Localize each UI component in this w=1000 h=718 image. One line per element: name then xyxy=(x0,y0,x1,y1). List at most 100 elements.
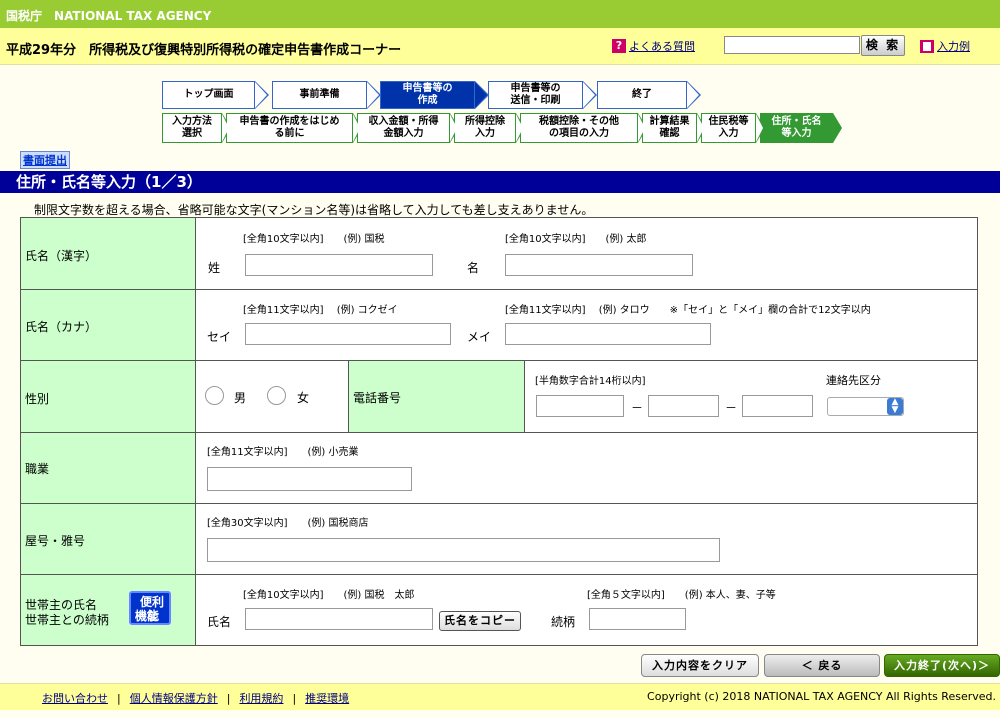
householder-name-input[interactable] xyxy=(245,608,433,630)
name-kana-label-cell: 氏名（カナ） xyxy=(21,290,196,360)
address-name-form: 氏名（漢字） [全角10文字以内] (例) 国税 姓 [全角10文字以内] (例… xyxy=(20,217,978,646)
footer-separator: | xyxy=(226,692,231,705)
gender-label: 性別 xyxy=(25,392,50,406)
phone-exchange-input[interactable] xyxy=(648,395,719,417)
back-button[interactable]: ＜ 戻る xyxy=(764,654,880,677)
substep-input-method[interactable]: 入力方法 選択 xyxy=(162,113,231,143)
contact-type-select[interactable]: ▲ ▼ xyxy=(827,397,904,416)
householder-name-field-label: 氏名 xyxy=(207,615,232,629)
substep-calc-result[interactable]: 計算結果 確認 xyxy=(642,113,706,143)
search-input[interactable] xyxy=(724,36,860,54)
occupation-label: 職業 xyxy=(25,462,50,476)
step-create-return[interactable]: 申告書等の 作成 xyxy=(380,81,489,109)
name-kana-label: 氏名（カナ） xyxy=(25,320,98,334)
agency-jp-name: 国税庁 xyxy=(6,9,43,23)
trade-name-label-cell: 屋号・雅号 xyxy=(21,504,196,574)
female-label: 女 xyxy=(297,391,310,405)
relation-field-label: 続柄 xyxy=(551,615,576,629)
householder-name-hint: [全角10文字以内] (例) 国税 太郎 xyxy=(243,590,415,601)
gender-label-cell: 性別 xyxy=(21,361,196,432)
substep-resident-tax[interactable]: 住民税等 入力 xyxy=(701,113,765,143)
clear-input-button[interactable]: 入力内容をクリア xyxy=(641,654,759,677)
substep-address-name[interactable]: 住所・氏名 等入力 xyxy=(760,113,842,143)
contact-link[interactable]: お問い合わせ xyxy=(42,692,108,705)
name-kanji-label-cell: 氏名（漢字） xyxy=(21,218,196,289)
occupation-label-cell: 職業 xyxy=(21,433,196,503)
question-icon: ? xyxy=(612,39,626,53)
convenient-feature-button[interactable]: 便利な 機能 xyxy=(129,591,171,625)
terms-link[interactable]: 利用規約 xyxy=(239,692,283,705)
sei-kanji-label: 姓 xyxy=(208,261,221,275)
finish-next-button[interactable]: 入力終了(次へ)＞ xyxy=(884,654,1000,677)
top-bar: 国税庁 NATIONAL TAX AGENCY xyxy=(0,0,1000,28)
relation-hint: [全角５文字以内] (例) 本人、妻、子等 xyxy=(587,590,776,601)
page-heading: 平成29年分 所得税及び復興特別所得税の確定申告書作成コーナー xyxy=(6,43,402,58)
phone-dash-1: － xyxy=(631,401,644,415)
householder-row: 世帯主の氏名 世帯主との続柄 便利な 機能 [全角10文字以内] (例) 国税 太… xyxy=(21,575,977,645)
female-radio[interactable] xyxy=(267,386,286,405)
step-top[interactable]: トップ画面 xyxy=(162,81,269,109)
section-title: 住所・氏名等入力（1／3） xyxy=(0,171,1000,193)
trade-name-hint: [全角30文字以内] (例) 国税商店 xyxy=(207,518,369,529)
phone-hint: [半角数字合計14桁以内] xyxy=(535,376,646,387)
sei-kana-label: セイ xyxy=(207,330,232,344)
sei-kanji-hint: [全角10文字以内] (例) 国税 xyxy=(243,234,385,245)
footer-separator: | xyxy=(292,692,297,705)
book-icon xyxy=(920,39,934,53)
substep-income[interactable]: 収入金額・所得 金額入力 xyxy=(357,113,459,143)
sei-kana-input[interactable] xyxy=(245,323,451,345)
phone-dash-2: － xyxy=(725,401,738,415)
convenient-text-2: 機能 xyxy=(135,609,160,623)
header: 平成29年分 所得税及び復興特別所得税の確定申告書作成コーナー ? よくある質問… xyxy=(0,28,1000,65)
trade-name-input[interactable] xyxy=(207,538,720,562)
step-send-print[interactable]: 申告書等の 送信・印刷 xyxy=(488,81,597,109)
substep-before-start[interactable]: 申告書の作成をはじめ る前に xyxy=(226,113,362,143)
copy-name-button[interactable]: 氏名をコピー xyxy=(439,611,521,631)
mei-kanji-label: 名 xyxy=(467,261,480,275)
mei-kanji-hint: [全角10文字以内] (例) 太郎 xyxy=(505,234,647,245)
householder-relation-label: 世帯主との続柄 xyxy=(25,613,109,627)
input-example-label: 入力例 xyxy=(937,40,970,53)
footer: お問い合わせ | 個人情報保護方針 | 利用規約 | 推奨環境 Copyright (c) … xyxy=(0,683,1000,710)
privacy-link[interactable]: 個人情報保護方針 xyxy=(130,692,218,705)
relation-input[interactable] xyxy=(589,608,686,630)
agency-logo[interactable]: 国税庁 NATIONAL TAX AGENCY xyxy=(6,7,211,24)
copyright: Copyright (c) 2018 NATIONAL TAX AGENCY A… xyxy=(647,690,996,703)
select-arrows-icon: ▲ ▼ xyxy=(887,398,903,415)
substep-deductions[interactable]: 所得控除 入力 xyxy=(454,113,525,143)
contact-type-label: 連絡先区分 xyxy=(826,374,881,387)
input-example-link[interactable]: 入力例 xyxy=(920,38,970,54)
footer-separator: | xyxy=(117,692,121,705)
mei-kana-hint: [全角11文字以内] (例) タロウ ※「セイ」と「メイ」欄の合計で12文字以内 xyxy=(505,305,871,316)
mei-kana-label: メイ xyxy=(467,330,492,344)
faq-link[interactable]: ? よくある質問 xyxy=(612,38,695,54)
sei-kanji-input[interactable] xyxy=(245,254,433,276)
trade-name-label: 屋号・雅号 xyxy=(25,534,86,548)
male-radio[interactable] xyxy=(205,386,224,405)
phone-label-cell: 電話番号 xyxy=(348,361,525,432)
trade-name-row: 屋号・雅号 [全角30文字以内] (例) 国税商店 xyxy=(21,504,977,575)
occupation-input[interactable] xyxy=(207,467,412,491)
footer-links: お問い合わせ | 個人情報保護方針 | 利用規約 | 推奨環境 xyxy=(42,690,349,706)
name-kanji-label: 氏名（漢字） xyxy=(25,249,98,263)
occupation-row: 職業 [全角11文字以内] (例) 小売業 xyxy=(21,433,977,504)
step-preparation[interactable]: 事前準備 xyxy=(272,81,381,109)
name-kana-row: 氏名（カナ） [全角11文字以内] (例) コクゼイ セイ [全角11文字以内]… xyxy=(21,290,977,361)
mei-kana-input[interactable] xyxy=(505,323,711,345)
phone-area-input[interactable] xyxy=(536,395,624,417)
occupation-hint: [全角11文字以内] (例) 小売業 xyxy=(207,447,359,458)
substep-tax-credits[interactable]: 税額控除・その他 の項目の入力 xyxy=(520,113,647,143)
mei-kanji-input[interactable] xyxy=(505,254,693,276)
sei-kana-hint: [全角11文字以内] (例) コクゼイ xyxy=(243,305,398,316)
recommended-env-link[interactable]: 推奨環境 xyxy=(305,692,349,705)
step-finish[interactable]: 終了 xyxy=(597,81,701,109)
paper-submission-link[interactable]: 書面提出 xyxy=(20,151,70,169)
phone-number-input[interactable] xyxy=(742,395,813,417)
agency-en-name: NATIONAL TAX AGENCY xyxy=(54,9,212,23)
gender-phone-row: 性別 男 女 電話番号 [半角数字合計14桁以内] － － 連絡先区分 ▲ ▼ xyxy=(21,361,977,433)
phone-label: 電話番号 xyxy=(353,391,402,405)
input-note: 制限文字数を超える場合、省略可能な文字(マンション名等)は省略して入力しても差し… xyxy=(34,203,594,217)
male-label: 男 xyxy=(234,391,247,405)
name-kanji-row: 氏名（漢字） [全角10文字以内] (例) 国税 姓 [全角10文字以内] (例… xyxy=(21,218,977,290)
search-button[interactable]: 検 索 xyxy=(861,35,905,56)
